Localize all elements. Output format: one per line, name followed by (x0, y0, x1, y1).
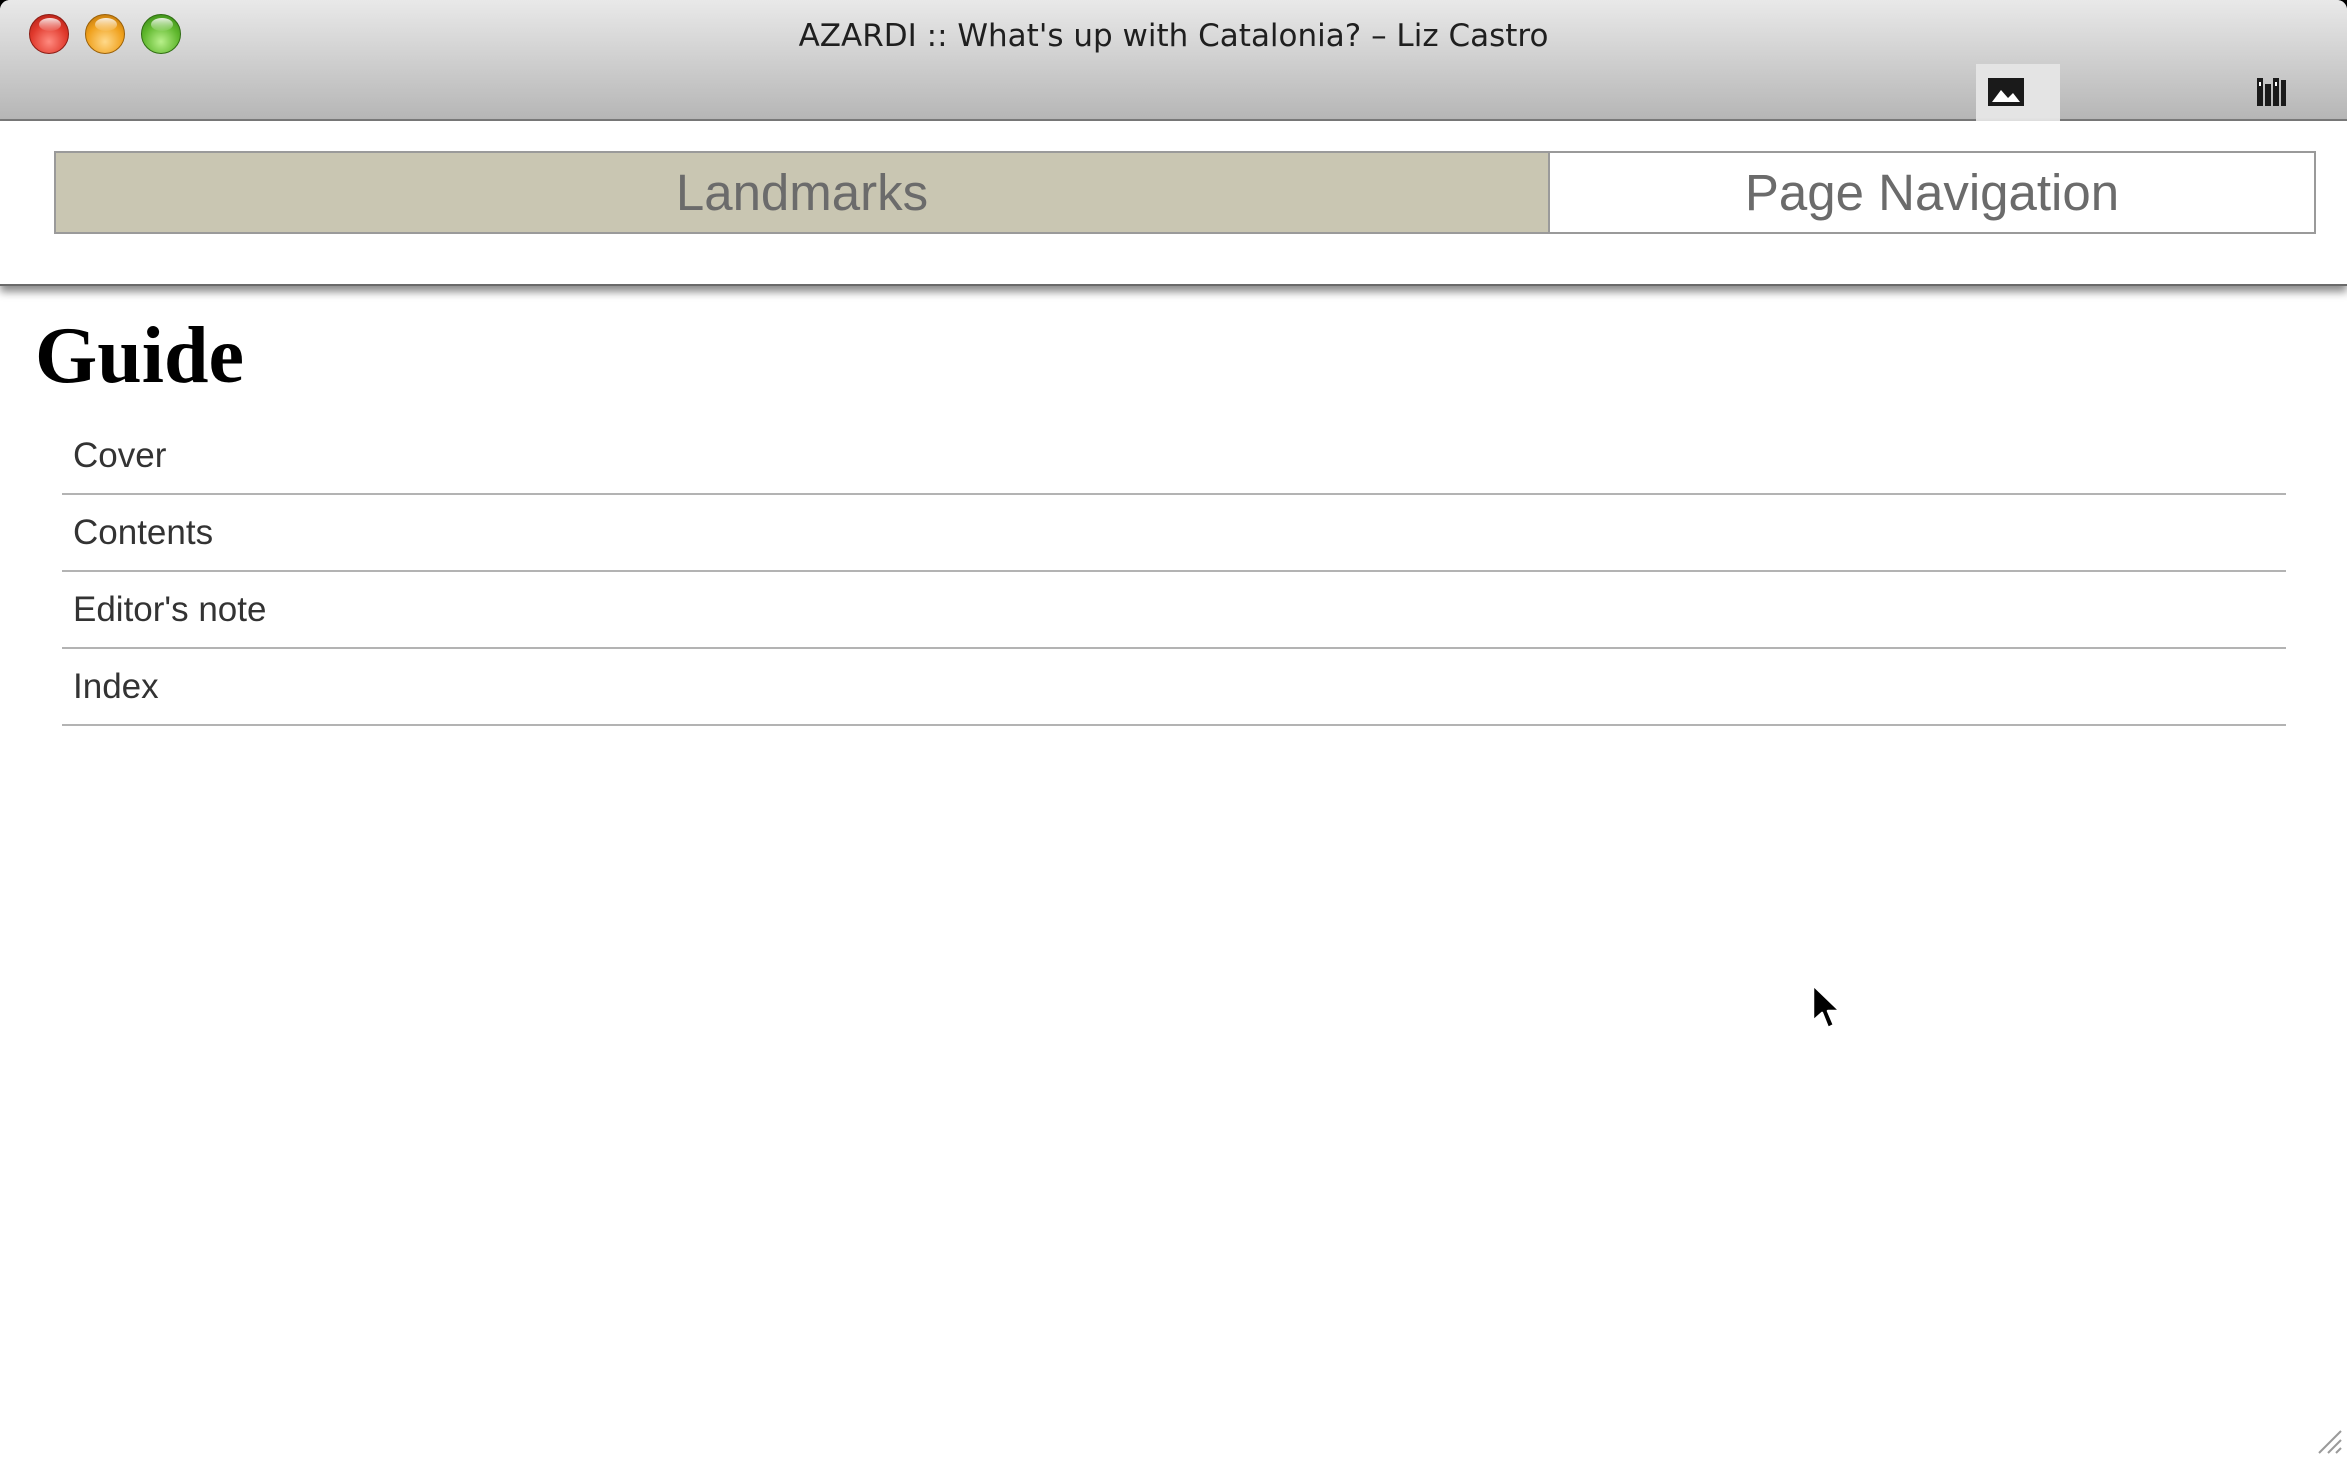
library-button[interactable] (2242, 64, 2312, 121)
guide-item-index[interactable]: Index (62, 649, 2286, 726)
landmarks-panel: Guide Cover Contents Editor's note Index (0, 286, 2347, 1459)
app-window: AZARDI :: What's up with Catalonia? – Li… (0, 0, 2347, 1459)
nav-tab-group: Landmarks Page Navigation (54, 151, 2316, 234)
tab-page-navigation[interactable]: Page Navigation (1550, 153, 2314, 232)
mouse-cursor-icon (1811, 983, 1842, 1030)
guide-item-contents[interactable]: Contents (62, 495, 2286, 572)
guide-list: Cover Contents Editor's note Index (62, 418, 2286, 726)
resize-grip-icon[interactable] (2315, 1427, 2343, 1455)
navigation-bar: Landmarks Page Navigation (0, 121, 2347, 286)
guide-item-cover[interactable]: Cover (62, 418, 2286, 495)
image-view-button[interactable] (1976, 64, 2060, 121)
library-icon (2257, 78, 2286, 106)
guide-item-editors-note[interactable]: Editor's note (62, 572, 2286, 649)
image-icon (1988, 78, 2024, 106)
window-title: AZARDI :: What's up with Catalonia? – Li… (798, 18, 1549, 54)
tab-landmarks[interactable]: Landmarks (56, 153, 1550, 232)
guide-heading: Guide (35, 312, 244, 400)
title-bar[interactable]: AZARDI :: What's up with Catalonia? – Li… (0, 0, 2347, 121)
